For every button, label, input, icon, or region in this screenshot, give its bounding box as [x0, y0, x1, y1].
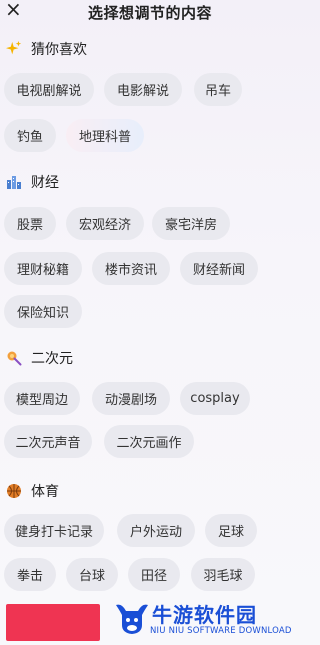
watermark-logo: 牛游软件园 NIU NIU SOFTWARE DOWNLOAD — [110, 599, 296, 643]
confirm-button[interactable] — [6, 604, 100, 641]
chip-finance-tips[interactable]: 理财秘籍 — [4, 252, 82, 285]
basketball-icon — [6, 483, 22, 499]
section-title: 二次元 — [31, 351, 73, 367]
chip-finance-news[interactable]: 财经新闻 — [180, 252, 258, 285]
chip-geography-science[interactable]: 地理科普 — [66, 119, 144, 152]
section-header-finance: 财经 — [6, 172, 59, 192]
chip-tv-commentary[interactable]: 电视剧解说 — [4, 73, 94, 106]
chip-crane[interactable]: 吊车 — [194, 73, 242, 106]
chip-insurance-knowledge[interactable]: 保险知识 — [4, 295, 82, 328]
chip-movie-commentary[interactable]: 电影解说 — [104, 73, 182, 106]
chip-luxury-house[interactable]: 豪宅洋房 — [152, 207, 230, 240]
header: × 选择想调节的内容 — [0, 0, 300, 22]
chip-outdoor-sports[interactable]: 户外运动 — [117, 514, 195, 547]
chip-fitness-checkin[interactable]: 健身打卡记录 — [4, 514, 104, 547]
section-header-sports: 体育 — [6, 481, 59, 501]
section-title: 猜你喜欢 — [31, 42, 87, 58]
chip-boxing[interactable]: 拳击 — [4, 558, 56, 591]
chip-acg-artwork[interactable]: 二次元画作 — [104, 425, 194, 458]
section-header-guess: 猜你喜欢 — [6, 39, 87, 59]
page-title: 选择想调节的内容 — [87, 4, 212, 22]
chip-acg-voice[interactable]: 二次元声音 — [4, 425, 92, 458]
bull-logo-icon — [116, 604, 148, 634]
section-title: 财经 — [31, 175, 59, 191]
chip-model-merch[interactable]: 模型周边 — [4, 382, 80, 415]
sparkles-icon — [6, 41, 22, 57]
chip-track-field[interactable]: 田径 — [128, 558, 180, 591]
chip-fishing[interactable]: 钓鱼 — [4, 119, 56, 152]
chip-football[interactable]: 足球 — [205, 514, 257, 547]
chip-billiards[interactable]: 台球 — [66, 558, 118, 591]
chip-badminton[interactable]: 羽毛球 — [191, 558, 255, 591]
watermark-subtitle: NIU NIU SOFTWARE DOWNLOAD — [150, 626, 292, 636]
finance-building-icon — [6, 174, 22, 190]
chip-anime-theater[interactable]: 动漫剧场 — [92, 382, 170, 415]
watermark-title: 牛游软件园 — [152, 603, 257, 627]
magic-wand-icon — [6, 350, 22, 366]
chip-macro-economy[interactable]: 宏观经济 — [66, 207, 144, 240]
chip-stocks[interactable]: 股票 — [4, 207, 56, 240]
section-title: 体育 — [31, 484, 59, 500]
chip-cosplay[interactable]: cosplay — [180, 382, 250, 415]
chip-property-news[interactable]: 楼市资讯 — [92, 252, 170, 285]
section-header-acg: 二次元 — [6, 348, 73, 368]
